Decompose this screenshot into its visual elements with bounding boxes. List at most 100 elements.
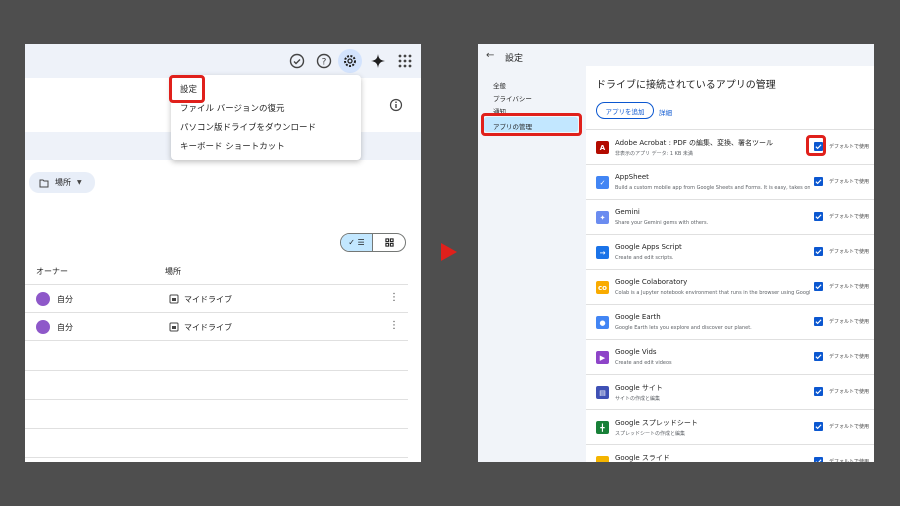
default-checkbox[interactable] (814, 387, 823, 396)
default-checkbox[interactable] (814, 247, 823, 256)
default-label: デフォルトで使用 (829, 249, 870, 255)
check-circle-icon[interactable] (288, 52, 306, 70)
location-cell: マイドライブ (184, 295, 232, 304)
app-name: Google Colaboratory (615, 278, 688, 286)
avatar (36, 320, 50, 334)
divider (25, 312, 408, 313)
settings-window: ← 設定 全般 プライバシー 通知 アプリの管理 ドライブに接続されているアプリ… (478, 44, 874, 462)
app-description: 非表示のアプリ データ: 1 KB 未満 (615, 151, 693, 157)
default-checkbox[interactable] (814, 317, 823, 326)
default-label: デフォルトで使用 (829, 179, 870, 185)
default-label: デフォルトで使用 (829, 214, 870, 220)
app-icon: A (596, 141, 609, 154)
nav-item-general[interactable]: 全般 (493, 80, 506, 90)
content-title: ドライブに接続されているアプリの管理 (596, 80, 776, 91)
app-row[interactable]: ✦ Gemini Share your Gemini gems with other… (586, 199, 874, 234)
gear-icon[interactable] (338, 49, 362, 73)
app-name: Google Apps Script (615, 243, 682, 251)
app-description: Share your Gemini gems with others. (615, 220, 709, 226)
divider (25, 457, 408, 458)
default-label: デフォルトで使用 (829, 354, 870, 360)
nav-item-privacy[interactable]: プライバシー (493, 93, 532, 103)
app-row[interactable]: → Google Apps Script Create and edit scrip… (586, 234, 874, 269)
divider (25, 399, 408, 400)
app-name: Gemini (615, 208, 640, 216)
arrow-right-icon (441, 243, 457, 261)
divider (25, 284, 408, 285)
app-icon: ▶ (596, 351, 609, 364)
app-description: Create and edit scripts. (615, 255, 674, 261)
app-description: スプレッドシートの作成と編集 (615, 431, 686, 437)
more-vert-icon[interactable]: ⋮ (389, 320, 399, 331)
app-name: Google Earth (615, 313, 661, 321)
menu-item-download-desktop[interactable]: パソコン版ドライブをダウンロード (180, 121, 316, 133)
default-checkbox[interactable] (814, 422, 823, 431)
folder-icon (39, 179, 49, 187)
default-label: デフォルトで使用 (829, 144, 870, 150)
chevron-down-icon: ▼ (77, 179, 82, 186)
highlight-box-checkbox (806, 135, 826, 156)
app-row[interactable]: ● Google Earth Google Earth lets you explo… (586, 304, 874, 339)
app-description: Build a custom mobile app from Google Sh… (615, 185, 810, 191)
column-header-location[interactable]: 場所 (165, 266, 181, 277)
check-icon (815, 319, 822, 325)
default-checkbox[interactable] (814, 352, 823, 361)
app-icon: ✦ (596, 211, 609, 224)
drive-icon (169, 322, 179, 332)
app-description: Colab is a Jupyter notebook environment … (615, 290, 810, 296)
app-description: サイトの作成と編集 (615, 396, 661, 402)
check-icon (815, 249, 822, 255)
default-checkbox[interactable] (814, 212, 823, 221)
menu-item-restore-version[interactable]: ファイル バージョンの復元 (180, 102, 285, 114)
default-checkbox[interactable] (814, 282, 823, 291)
app-icon: ● (596, 316, 609, 329)
gemini-spark-icon[interactable] (369, 52, 387, 70)
divider (25, 428, 408, 429)
app-row[interactable]: ✓ AppSheet Build a custom mobile app from … (586, 164, 874, 199)
highlight-box-settings (169, 75, 205, 103)
check-icon (815, 214, 822, 220)
check-icon (815, 284, 822, 290)
svg-text:?: ? (322, 58, 327, 68)
avatar (36, 292, 50, 306)
info-icon[interactable] (389, 98, 403, 112)
drive-icon (169, 294, 179, 304)
app-icon: ▭ (596, 456, 609, 462)
view-toggle: ✓ ☰ (340, 233, 406, 252)
add-app-button[interactable]: アプリを追加 (596, 102, 654, 119)
app-row[interactable]: A Adobe Acrobat : PDF の編集、変換、署名ツール 非表示のアプリ… (586, 129, 874, 164)
app-icon: ▤ (596, 386, 609, 399)
app-description: Google Earth lets you explore and discov… (615, 325, 752, 331)
location-filter-chip[interactable]: 場所 ▼ (29, 172, 95, 193)
app-name: Google スプレッドシート (615, 419, 698, 427)
back-arrow-icon[interactable]: ← (486, 50, 494, 61)
app-icon: ╋ (596, 421, 609, 434)
default-checkbox[interactable] (814, 457, 823, 462)
top-bar: ? (25, 44, 421, 78)
menu-item-keyboard-shortcuts[interactable]: キーボード ショートカット (180, 140, 285, 152)
apps-grid-icon[interactable] (396, 52, 414, 70)
app-row[interactable]: ▶ Google Vids Create and edit videos デフォルトで… (586, 339, 874, 374)
app-row[interactable]: ▭ Google スライドデフォルトで使用 (586, 444, 874, 462)
divider (25, 370, 408, 371)
help-icon[interactable]: ? (315, 52, 333, 70)
app-row[interactable]: co Google Colaboratory Colab is a Jupyter … (586, 269, 874, 304)
app-name: Google スライド (615, 454, 670, 462)
more-vert-icon[interactable]: ⋮ (389, 292, 399, 303)
details-link[interactable]: 詳細 (659, 107, 672, 117)
app-description: Create and edit videos (615, 360, 672, 366)
default-checkbox[interactable] (814, 177, 823, 186)
list-view-icon[interactable]: ✓ ☰ (341, 234, 374, 251)
app-name: Google Vids (615, 348, 657, 356)
app-row[interactable]: ╋ Google スプレッドシート スプレッドシートの作成と編集 デフォルトで使用 (586, 409, 874, 444)
default-label: デフォルトで使用 (829, 319, 870, 325)
grid-view-icon[interactable] (373, 234, 405, 251)
location-cell: マイドライブ (184, 323, 232, 332)
column-header-owner[interactable]: オーナー (36, 266, 68, 277)
app-icon: ✓ (596, 176, 609, 189)
check-icon (815, 459, 822, 462)
app-name: Google サイト (615, 384, 663, 392)
divider (25, 340, 408, 341)
owner-cell: 自分 (57, 323, 73, 332)
app-row[interactable]: ▤ Google サイト サイトの作成と編集 デフォルトで使用 (586, 374, 874, 409)
